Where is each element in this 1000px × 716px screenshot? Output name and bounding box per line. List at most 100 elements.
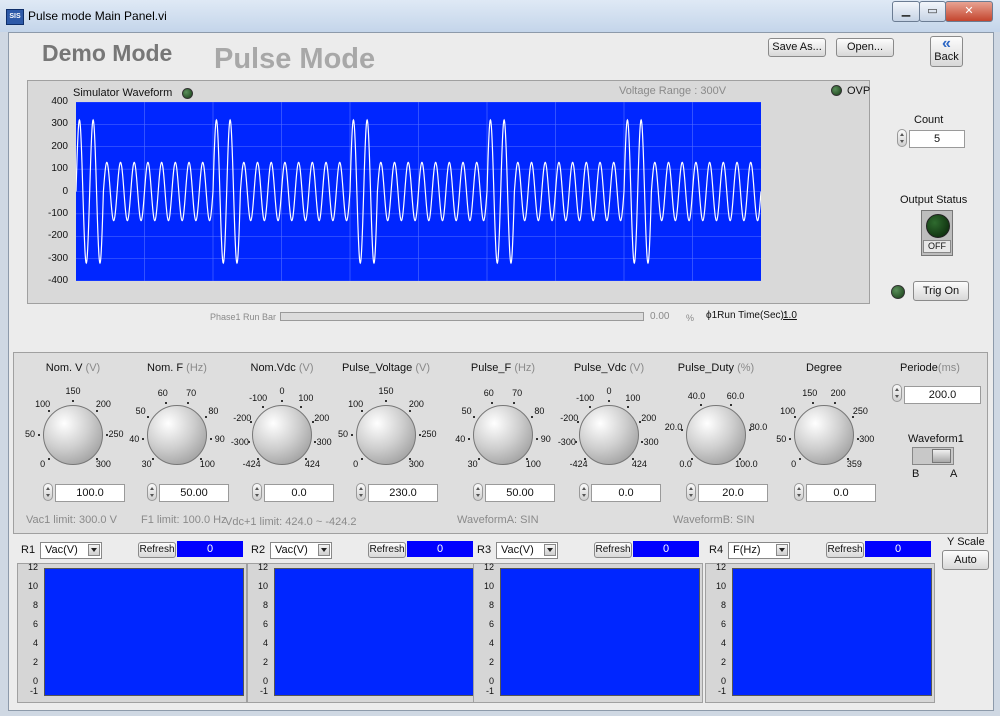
- yscale-auto-button[interactable]: Auto: [942, 550, 989, 570]
- knob-stepper[interactable]: [473, 483, 483, 501]
- mini-y-tick: 12: [27, 562, 38, 572]
- back-button[interactable]: « Back: [930, 36, 963, 67]
- runbar-unit: %: [686, 313, 695, 323]
- mini-y-tick: 6: [720, 619, 726, 630]
- vdc1-limit-label: Vdc+1 limit:: [225, 516, 283, 528]
- refresh-button[interactable]: Refresh: [826, 542, 864, 558]
- readout-select-value: F(Hz): [733, 544, 761, 556]
- readout-select[interactable]: Vac(V): [270, 542, 332, 559]
- ovp-led: [831, 85, 842, 96]
- knob-tick-mark: [730, 403, 733, 406]
- knob-stepper[interactable]: [43, 483, 53, 501]
- waveform-a-label: WaveformA:: [457, 514, 518, 526]
- knob-dial[interactable]: [252, 405, 312, 465]
- mini-y-tick: 6: [488, 619, 494, 630]
- knob-stepper[interactable]: [579, 483, 589, 501]
- knob-value[interactable]: 50.00: [159, 484, 229, 502]
- knob-tick-label: 80: [534, 406, 545, 417]
- knob-tick-label: -200: [233, 412, 252, 423]
- knob-tick-label: 200: [408, 398, 424, 409]
- knob-title: Pulse_Vdc (V): [557, 362, 661, 374]
- knob-dial[interactable]: [794, 405, 854, 465]
- chevron-down-icon: [544, 544, 556, 556]
- knob-tick-mark: [626, 405, 629, 408]
- knob-tick-mark: [409, 409, 412, 412]
- waveform1-a: A: [950, 468, 958, 480]
- knob-dial[interactable]: [579, 405, 639, 465]
- periode-stepper[interactable]: [892, 384, 902, 402]
- knob-value[interactable]: 0.0: [591, 484, 661, 502]
- readout-select[interactable]: Vac(V): [496, 542, 558, 559]
- open-button[interactable]: Open...: [836, 38, 894, 57]
- knob-value[interactable]: 0.0: [264, 484, 334, 502]
- knob-value[interactable]: 20.0: [698, 484, 768, 502]
- count-stepper[interactable]: [897, 129, 907, 147]
- f1-limit: F1 limit: 100.0 Hz: [141, 514, 227, 526]
- knob-dial[interactable]: [686, 405, 746, 465]
- count-value[interactable]: 5: [909, 130, 965, 148]
- knob-unit: (%): [737, 362, 755, 374]
- knob-value[interactable]: 0.0: [806, 484, 876, 502]
- waveform1-switch[interactable]: [912, 447, 954, 465]
- mini-y-tick: -1: [29, 686, 38, 696]
- knob-stepper[interactable]: [686, 483, 696, 501]
- knob-tick-label: 100: [525, 459, 541, 470]
- knob-dial[interactable]: [147, 405, 207, 465]
- waveform1-switch-handle: [932, 449, 951, 463]
- waveform-a: WaveformA: SIN: [457, 514, 539, 526]
- graph-label: Simulator Waveform: [73, 87, 173, 99]
- knob-tick-label: 100: [625, 393, 641, 404]
- knob-dial[interactable]: [356, 405, 416, 465]
- mini-y-tick: 2: [32, 657, 38, 668]
- readout-r1: R1 Vac(V) Refresh 0 12 10 8 6 4 2 0 -1: [15, 539, 247, 709]
- knob-tick-label: 0: [791, 459, 797, 470]
- knob-tick-mark: [589, 405, 592, 408]
- close-button[interactable]: ✕: [945, 1, 993, 22]
- minimize-button[interactable]: ▁: [892, 1, 920, 22]
- knob-tick-label: 80.0: [749, 422, 768, 433]
- knob-value[interactable]: 100.0: [55, 484, 125, 502]
- knob-unit: (V): [415, 362, 431, 374]
- trig-on-button[interactable]: Trig On: [913, 281, 969, 301]
- knob-tick-label: 60.0: [726, 390, 745, 401]
- maximize-button[interactable]: ▭: [919, 1, 946, 22]
- mini-y-tick: 10: [483, 581, 494, 592]
- mini-y-tick: 2: [262, 657, 268, 668]
- knob-tick-mark: [312, 420, 315, 423]
- runtime-label: ϕ1Run Time(Sec):: [706, 310, 787, 321]
- refresh-button[interactable]: Refresh: [138, 542, 176, 558]
- knob-stepper[interactable]: [356, 483, 366, 501]
- waveform-graph-frame: Simulator Waveform Voltage Range : 300V …: [27, 80, 870, 304]
- knob-stepper[interactable]: [147, 483, 157, 501]
- mini-y-tick: 4: [32, 638, 38, 649]
- knob-dial[interactable]: [473, 405, 533, 465]
- knob-tick-mark: [299, 405, 302, 408]
- knob-tick-mark: [513, 401, 516, 404]
- mini-y-tick: -1: [717, 686, 726, 696]
- output-toggle[interactable]: OFF: [921, 210, 953, 256]
- knob-tick-mark: [419, 434, 421, 436]
- knob-tick-mark: [281, 400, 283, 402]
- knob-stepper[interactable]: [794, 483, 804, 501]
- readout-value: 0: [407, 541, 473, 557]
- waveform-b-value: SIN: [736, 514, 755, 526]
- mini-y-tick: 8: [720, 600, 726, 611]
- knob-tick-mark: [794, 415, 797, 418]
- readout-select[interactable]: Vac(V): [40, 542, 102, 559]
- refresh-button[interactable]: Refresh: [368, 542, 406, 558]
- mini-y-tick: 8: [488, 600, 494, 611]
- knob-title: Pulse_F (Hz): [451, 362, 555, 374]
- chevron-down-icon: [776, 544, 788, 556]
- knob-stepper[interactable]: [252, 483, 262, 501]
- knob-pulse-f: Pulse_F (Hz) 30 40 50 60 70 80 90 100 50.00: [451, 353, 555, 513]
- readout-select[interactable]: F(Hz): [728, 542, 790, 559]
- refresh-button[interactable]: Refresh: [594, 542, 632, 558]
- knob-value[interactable]: 50.00: [485, 484, 555, 502]
- knob-value[interactable]: 230.0: [368, 484, 438, 502]
- periode-value[interactable]: 200.0: [904, 386, 981, 404]
- knob-tick-label: 60: [483, 388, 494, 399]
- knob-dial[interactable]: [43, 405, 103, 465]
- knob-name: Degree: [805, 362, 843, 374]
- mini-chart-frame: 12 10 8 6 4 2 0 -1: [473, 562, 703, 703]
- save-as-button[interactable]: Save As...: [768, 38, 826, 57]
